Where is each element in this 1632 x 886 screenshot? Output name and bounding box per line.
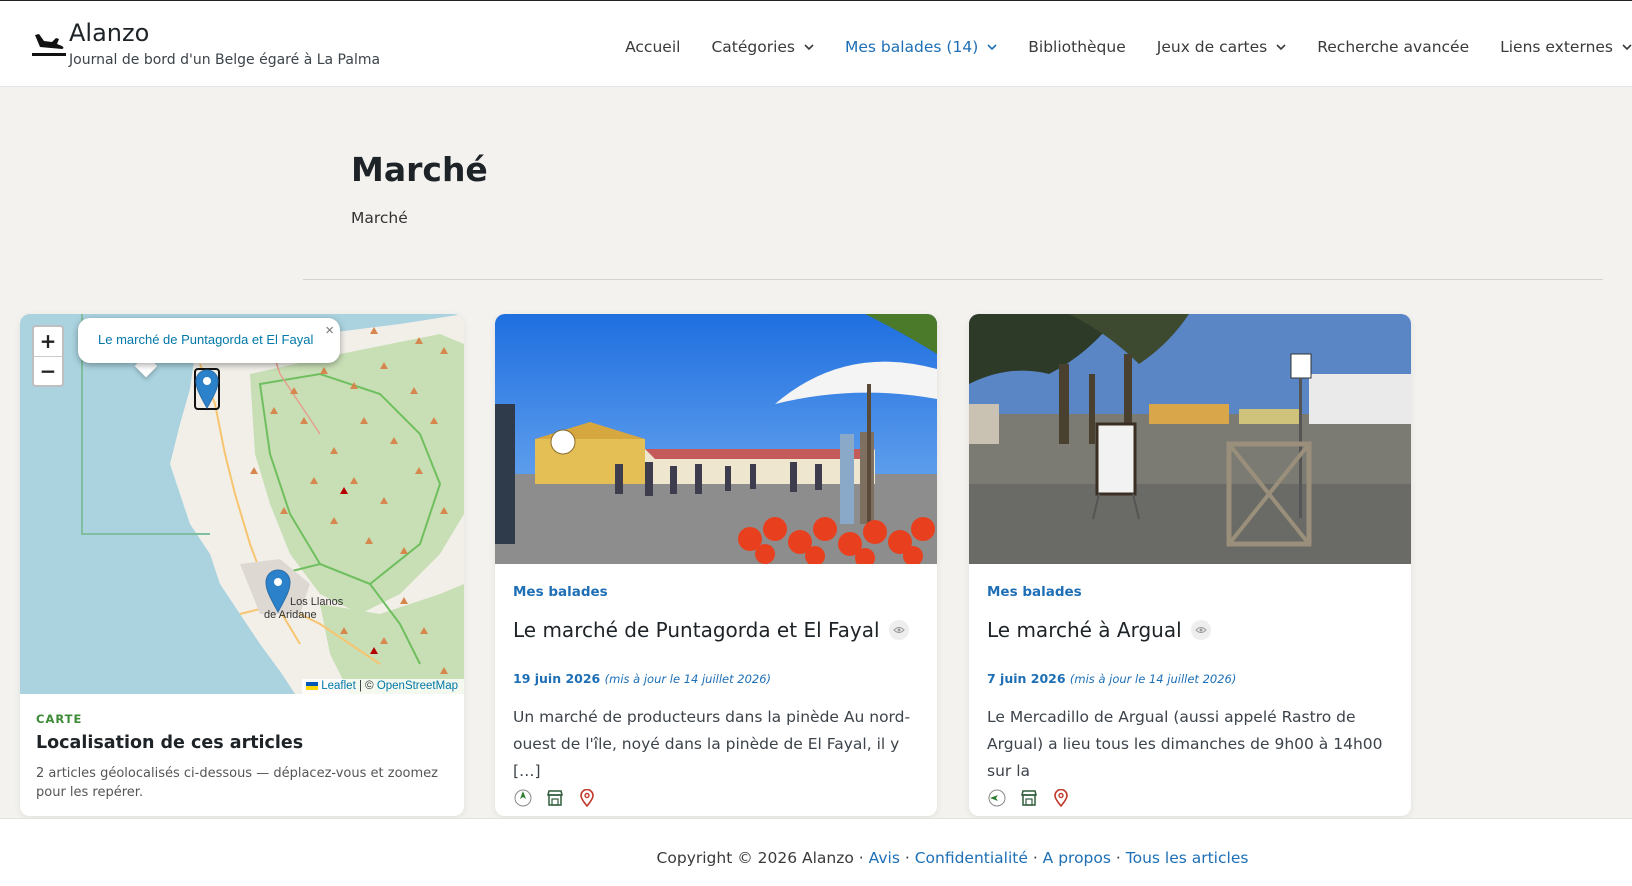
divider — [303, 279, 1603, 280]
nav-label: Liens externes — [1500, 38, 1613, 56]
nav-item-accueil[interactable]: Accueil — [625, 38, 680, 56]
post-date: 7 juin 2026 (mis à jour le 14 juillet 20… — [987, 671, 1236, 686]
chevron-down-icon — [1622, 44, 1632, 51]
shop-icon — [545, 788, 565, 808]
footer-separator: · — [899, 849, 915, 867]
map-card-heading: Localisation de ces articles — [36, 733, 304, 753]
footer-separator: · — [1027, 849, 1043, 867]
map-attribution: Leaflet | © OpenStreetMap — [302, 679, 464, 694]
post-card: Mes balades Le marché à Argual 7 juin 20… — [969, 314, 1411, 816]
place-label-los-llanos: Los Llanos — [290, 596, 344, 608]
post-category-link[interactable]: Mes balades — [987, 584, 1082, 600]
popup-close-button[interactable]: × — [325, 322, 334, 339]
post-excerpt: Le Mercadillo de Argual (aussi appelé Ra… — [987, 708, 1383, 780]
footer-link-tous-les-articles[interactable]: Tous les articles — [1126, 849, 1249, 867]
map-tiles[interactable]: Los Llanos de Aridane — [20, 314, 464, 694]
nav-label: Catégories — [711, 38, 795, 56]
page-description: Marché — [351, 209, 408, 227]
chevron-down-icon — [987, 44, 997, 51]
attribution-separator: | © — [355, 680, 377, 692]
post-date: 19 juin 2026 (mis à jour le 14 juillet 2… — [513, 671, 771, 686]
openstreetmap-link[interactable]: OpenStreetMap — [377, 680, 458, 692]
nav-item-categories[interactable]: Catégories — [711, 38, 814, 56]
nav-label: Bibliothèque — [1028, 38, 1126, 56]
post-thumbnail[interactable] — [969, 314, 1411, 564]
site-footer: Copyright © 2026 Alanzo · Avis · Confide… — [0, 818, 1632, 886]
site-tagline: Journal de bord d'un Belge égaré à La Pa… — [69, 52, 381, 68]
chevron-down-icon — [1276, 44, 1286, 51]
post-date-text: 7 juin 2026 — [987, 671, 1066, 686]
eye-icon — [1190, 620, 1211, 640]
location-pin-icon — [1051, 788, 1071, 808]
post-card: Mes balades Le marché de Puntagorda et E… — [495, 314, 937, 816]
post-excerpt: Un marché de producteurs dans la pinède … — [513, 708, 911, 780]
map-popup: Le marché de Puntagorda et El Fayal × — [78, 318, 340, 363]
post-icons — [513, 788, 597, 808]
leaflet-link[interactable]: Leaflet — [321, 680, 356, 692]
footer-link-a-propos[interactable]: A propos — [1043, 849, 1111, 867]
nav-item-jeux-de-cartes[interactable]: Jeux de cartes — [1157, 38, 1286, 56]
map-card-text: 2 articles géolocalisés ci-dessous — dép… — [36, 766, 438, 800]
footer-copyright: Copyright © 2026 Alanzo · — [656, 849, 869, 867]
post-date-text: 19 juin 2026 — [513, 671, 601, 686]
post-title-link[interactable]: Le marché à Argual — [987, 618, 1211, 642]
nav-item-liens-externes[interactable]: Liens externes — [1500, 38, 1632, 56]
page-title: Marché — [351, 150, 488, 189]
main-nav: Accueil Catégories Mes balades (14) Bibl… — [594, 35, 1632, 59]
eye-icon — [888, 620, 909, 640]
location-pin-icon — [577, 788, 597, 808]
map-widget[interactable]: Los Llanos de Aridane + − Le marché de P… — [20, 314, 464, 694]
post-title-text: Le marché de Puntagorda et El Fayal — [513, 618, 880, 642]
nav-item-mes-balades[interactable]: Mes balades (14) — [845, 38, 997, 56]
chevron-down-icon — [804, 44, 814, 51]
post-title-text: Le marché à Argual — [987, 618, 1182, 642]
shop-icon — [1019, 788, 1039, 808]
post-updated: (mis à jour le 14 juillet 2026) — [604, 672, 772, 686]
place-label-de-aridane: de Aridane — [264, 609, 317, 621]
site-header: Alanzo Journal de bord d'un Belge égaré … — [0, 0, 1632, 87]
footer-separator: · — [1110, 849, 1126, 867]
map-card: Los Llanos de Aridane + − Le marché de P… — [20, 314, 464, 816]
nav-label: Accueil — [625, 38, 681, 56]
direction-north-icon — [513, 788, 533, 808]
footer-line: Copyright © 2026 Alanzo · Avis · Confide… — [0, 849, 1632, 867]
post-icons — [987, 788, 1071, 808]
footer-link-confidentialite[interactable]: Confidentialité — [915, 849, 1028, 867]
post-thumbnail[interactable] — [495, 314, 937, 564]
ukraine-flag-icon — [306, 682, 319, 690]
post-title-link[interactable]: Le marché de Puntagorda et El Fayal — [513, 618, 909, 642]
zoom-in-button[interactable]: + — [34, 327, 62, 356]
post-category-link[interactable]: Mes balades — [513, 584, 608, 600]
airplane-landing-icon[interactable] — [32, 29, 66, 57]
post-updated: (mis à jour le 14 juillet 2026) — [1069, 672, 1237, 686]
site-title[interactable]: Alanzo — [69, 19, 149, 47]
nav-label: Jeux de cartes — [1156, 38, 1268, 56]
nav-item-recherche-avancee[interactable]: Recherche avancée — [1317, 38, 1469, 56]
popup-link[interactable]: Le marché de Puntagorda et El Fayal — [98, 332, 313, 347]
zoom-control: + − — [32, 325, 64, 387]
footer-link-avis[interactable]: Avis — [869, 849, 900, 867]
zoom-out-button[interactable]: − — [34, 356, 62, 385]
nav-label: Recherche avancée — [1317, 38, 1470, 56]
nav-item-bibliotheque[interactable]: Bibliothèque — [1028, 38, 1126, 56]
nav-label: Mes balades (14) — [845, 38, 979, 56]
direction-west-icon — [987, 788, 1007, 808]
map-card-label: CARTE — [36, 712, 83, 726]
